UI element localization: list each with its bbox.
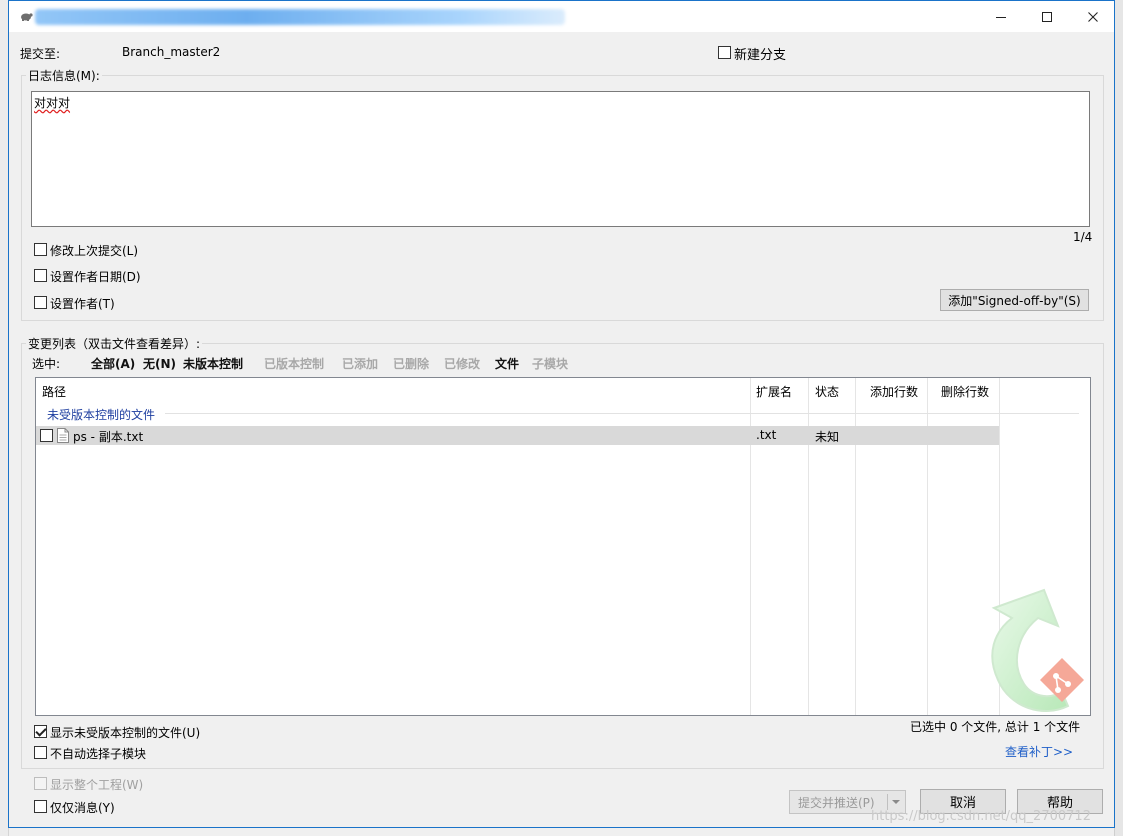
filter-none[interactable]: 无(N): [143, 355, 176, 372]
commit-and-push-label: 提交并推送(P): [798, 795, 875, 810]
file-extension: .txt: [756, 428, 777, 442]
set-author-label: 设置作者(T): [50, 297, 115, 311]
column-header-status[interactable]: 状态: [815, 383, 839, 400]
selection-summary: 已选中 0 个文件, 总计 1 个文件: [910, 720, 1081, 734]
minimize-button[interactable]: [978, 1, 1024, 32]
split-button-divider: [887, 794, 888, 810]
file-path: ps - 副本.txt: [73, 430, 144, 444]
message-only-label: 仅仅消息(Y): [50, 801, 115, 815]
show-whole-project-checkbox[interactable]: [34, 777, 47, 790]
column-header-lines-deleted[interactable]: 删除行数: [941, 383, 989, 400]
show-unversioned-checkbox[interactable]: [34, 725, 47, 738]
message-only-checkbox[interactable]: [34, 800, 47, 813]
close-icon: [1088, 11, 1098, 22]
commit-dialog: 提交至: Branch_master2 新建分支 日志信息(M): 对对对 1/…: [8, 0, 1115, 828]
view-patch-link[interactable]: 查看补丁>>: [1005, 743, 1073, 760]
commit-to-label: 提交至:: [20, 47, 61, 61]
column-header-lines-added[interactable]: 添加行数: [870, 383, 918, 400]
filter-submodules[interactable]: 子模块: [532, 355, 568, 372]
set-author-date-label: 设置作者日期(D): [50, 270, 141, 284]
column-header-path[interactable]: 路径: [42, 383, 66, 400]
select-label: 选中:: [32, 357, 61, 371]
maximize-button[interactable]: [1024, 1, 1070, 32]
dropdown-arrow-icon[interactable]: [891, 799, 901, 805]
log-message-group-title: 日志信息(M):: [26, 67, 102, 84]
title-bar: [9, 1, 1114, 32]
filter-all[interactable]: 全部(A): [91, 355, 135, 372]
minimize-icon: [996, 16, 1006, 18]
changed-files-list[interactable]: 路径 扩展名 状态 添加行数 删除行数 未受版本控制的文件 ps - 副本.tx…: [35, 377, 1091, 716]
branch-name: Branch_master2: [122, 45, 221, 59]
no-auto-submodule-checkbox[interactable]: [34, 746, 47, 759]
filter-unversioned[interactable]: 未版本控制: [183, 355, 243, 372]
add-signed-off-by-button[interactable]: 添加"Signed-off-by"(S): [940, 289, 1089, 311]
table-row[interactable]: [36, 426, 999, 445]
file-status: 未知: [815, 430, 840, 444]
show-whole-project-label: 显示整个工程(W): [50, 778, 144, 792]
filter-added[interactable]: 已添加: [342, 355, 378, 372]
text-file-icon: [57, 428, 69, 443]
file-row-checkbox[interactable]: [40, 429, 53, 442]
group-header-divider: [165, 413, 1079, 414]
filter-files[interactable]: 文件: [495, 355, 519, 372]
filter-modified[interactable]: 已修改: [444, 355, 480, 372]
new-branch-label: 新建分支: [734, 48, 787, 63]
new-branch-checkbox[interactable]: [718, 46, 731, 59]
set-author-date-checkbox[interactable]: [34, 269, 47, 282]
changes-group-title: 变更列表（双击文件查看差异）:: [26, 335, 203, 352]
filter-deleted[interactable]: 已删除: [393, 355, 429, 372]
window-title-redacted: [35, 9, 565, 25]
tortoisegit-watermark-icon: [991, 588, 1084, 712]
no-auto-submodule-label: 不自动选择子模块: [50, 747, 147, 761]
message-line-counter: 1/4: [1073, 230, 1093, 244]
maximize-icon: [1042, 11, 1052, 22]
tortoise-git-icon: [21, 13, 33, 21]
log-message-text: 对对对: [34, 96, 71, 110]
close-button[interactable]: [1070, 1, 1116, 32]
set-author-checkbox[interactable]: [34, 296, 47, 309]
watermark-url: https://blog.csdn.net/qq_2700712: [871, 809, 1091, 824]
amend-label: 修改上次提交(L): [50, 244, 139, 258]
log-message-textarea[interactable]: 对对对: [31, 91, 1090, 227]
amend-checkbox[interactable]: [34, 243, 47, 256]
show-unversioned-label: 显示未受版本控制的文件(U): [50, 726, 201, 740]
group-header-unversioned: 未受版本控制的文件: [47, 408, 156, 422]
background-app-strip-right: [1114, 0, 1123, 836]
filter-versioned[interactable]: 已版本控制: [264, 355, 324, 372]
column-header-extension[interactable]: 扩展名: [756, 383, 792, 400]
